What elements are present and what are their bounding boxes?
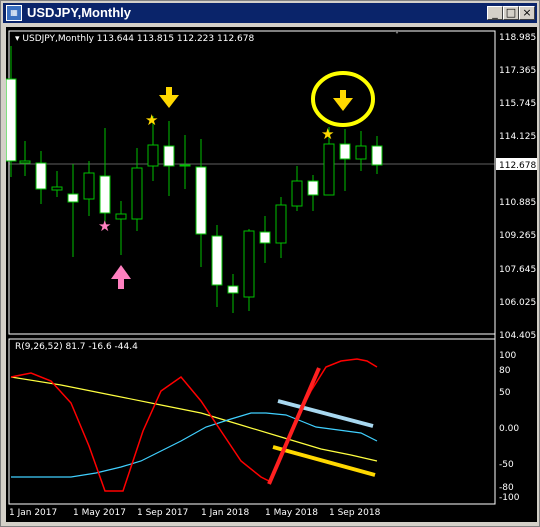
candle-body	[67, 193, 79, 203]
candle-body	[243, 230, 255, 298]
restore-button[interactable]: □	[503, 6, 519, 20]
candle	[131, 148, 143, 231]
time-tick: 1 Jan 2017	[9, 508, 57, 518]
price-tick: 118.985	[499, 33, 536, 43]
price-tick: 109.265	[499, 231, 536, 241]
symbol-label: ▾ USDJPY,Monthly 113.644 113.815 112.223…	[15, 34, 254, 44]
time-tick: 1 May 2018	[265, 508, 318, 518]
candle-body	[275, 204, 287, 244]
terminal-window: ▦ USDJPY,Monthly _ □ × ▾ USDJPY,Monthly …	[0, 0, 540, 527]
time-tick: 1 Sep 2018	[329, 508, 381, 518]
indicator-tick: 50	[499, 388, 511, 398]
app-icon: ▦	[6, 5, 22, 21]
candle	[19, 141, 31, 176]
candle	[115, 201, 127, 255]
candle-body	[355, 145, 367, 160]
up-arrow-icon	[111, 265, 131, 289]
price-axis: 118.985 117.365 115.745 114.125 112.678 …	[496, 33, 537, 341]
shift-marker-icon[interactable]	[395, 31, 399, 34]
candle-body	[195, 166, 207, 235]
candle-body	[35, 162, 47, 190]
candle	[179, 135, 191, 189]
candle-series	[6, 46, 383, 313]
price-tick: 117.365	[499, 66, 536, 76]
candle-body	[339, 143, 351, 160]
trend-line-yellow[interactable]	[272, 445, 376, 477]
title-bar[interactable]: ▦ USDJPY,Monthly _ □ ×	[3, 3, 537, 23]
candle-body	[19, 160, 31, 164]
candle-body	[291, 180, 303, 207]
indicator-panel[interactable]	[8, 338, 496, 505]
candle-body	[131, 167, 143, 220]
price-tick: 107.645	[499, 265, 536, 275]
candle	[259, 216, 271, 263]
down-arrow-icon	[333, 90, 353, 111]
candle	[83, 161, 95, 216]
candle	[195, 139, 207, 267]
minimize-button[interactable]: _	[487, 6, 503, 20]
time-tick: 1 Sep 2017	[137, 508, 188, 518]
time-tick: 1 Jan 2018	[201, 508, 249, 518]
star-icon: ★	[145, 111, 158, 129]
chart-area[interactable]: ▾ USDJPY,Monthly 113.644 113.815 112.223…	[6, 27, 537, 522]
yellow-line	[10, 376, 378, 462]
candle-body	[227, 285, 239, 294]
indicator-axis: 100 80 50 0.00 -50 -80 -100	[499, 351, 520, 503]
candle	[291, 166, 303, 211]
star-icon: ★	[321, 125, 334, 143]
current-price-label: 112.678	[499, 161, 536, 171]
candle-body	[163, 145, 175, 167]
candle	[371, 136, 383, 174]
candle	[355, 131, 367, 171]
price-tick: 115.745	[499, 99, 536, 109]
candle-body	[83, 172, 95, 200]
candle	[243, 229, 255, 311]
star-icon: ★	[98, 217, 111, 235]
indicator-lines	[10, 358, 378, 492]
price-tick: 104.405	[499, 331, 536, 341]
indicator-label: R(9,26,52) 81.7 -16.6 -44.4	[15, 342, 138, 352]
candle	[275, 197, 287, 258]
candle-body	[6, 78, 17, 162]
indicator-tick: -80	[499, 483, 514, 493]
cyan-line	[11, 412, 378, 478]
candle-body	[211, 235, 223, 286]
candle-body	[99, 175, 111, 214]
candle	[339, 129, 351, 191]
price-tick: 110.885	[499, 198, 536, 208]
time-axis: 1 Jan 2017 1 May 2017 1 Sep 2017 1 Jan 2…	[9, 508, 381, 518]
trend-line-lightblue[interactable]	[277, 399, 374, 428]
red-line	[10, 358, 378, 492]
candle-body	[115, 213, 127, 220]
candle	[35, 151, 47, 204]
indicator-tick: -100	[499, 493, 520, 503]
candle-body	[147, 144, 159, 167]
price-tick: 114.125	[499, 132, 536, 142]
window-title: USDJPY,Monthly	[27, 5, 132, 20]
indicator-tick: 80	[499, 366, 511, 376]
candle	[307, 175, 319, 211]
candle	[227, 274, 239, 313]
candle-body	[179, 164, 191, 167]
close-button[interactable]: ×	[519, 6, 535, 20]
indicator-tick: 100	[499, 351, 516, 361]
candle-body	[307, 180, 319, 196]
candle	[6, 46, 17, 177]
candle-body	[51, 186, 63, 191]
candle	[99, 128, 111, 226]
price-tick: 106.025	[499, 298, 536, 308]
candle	[211, 225, 223, 307]
candle	[67, 164, 79, 257]
time-tick: 1 May 2017	[73, 508, 126, 518]
trend-line-red[interactable]	[267, 367, 321, 485]
indicator-tick: -50	[499, 460, 514, 470]
candle-body	[323, 143, 335, 196]
candle	[163, 121, 175, 196]
candle-body	[371, 145, 383, 166]
indicator-tick: 0.00	[499, 424, 519, 434]
down-arrow-icon	[159, 87, 179, 108]
candle-body	[259, 231, 271, 244]
candle	[51, 171, 63, 197]
